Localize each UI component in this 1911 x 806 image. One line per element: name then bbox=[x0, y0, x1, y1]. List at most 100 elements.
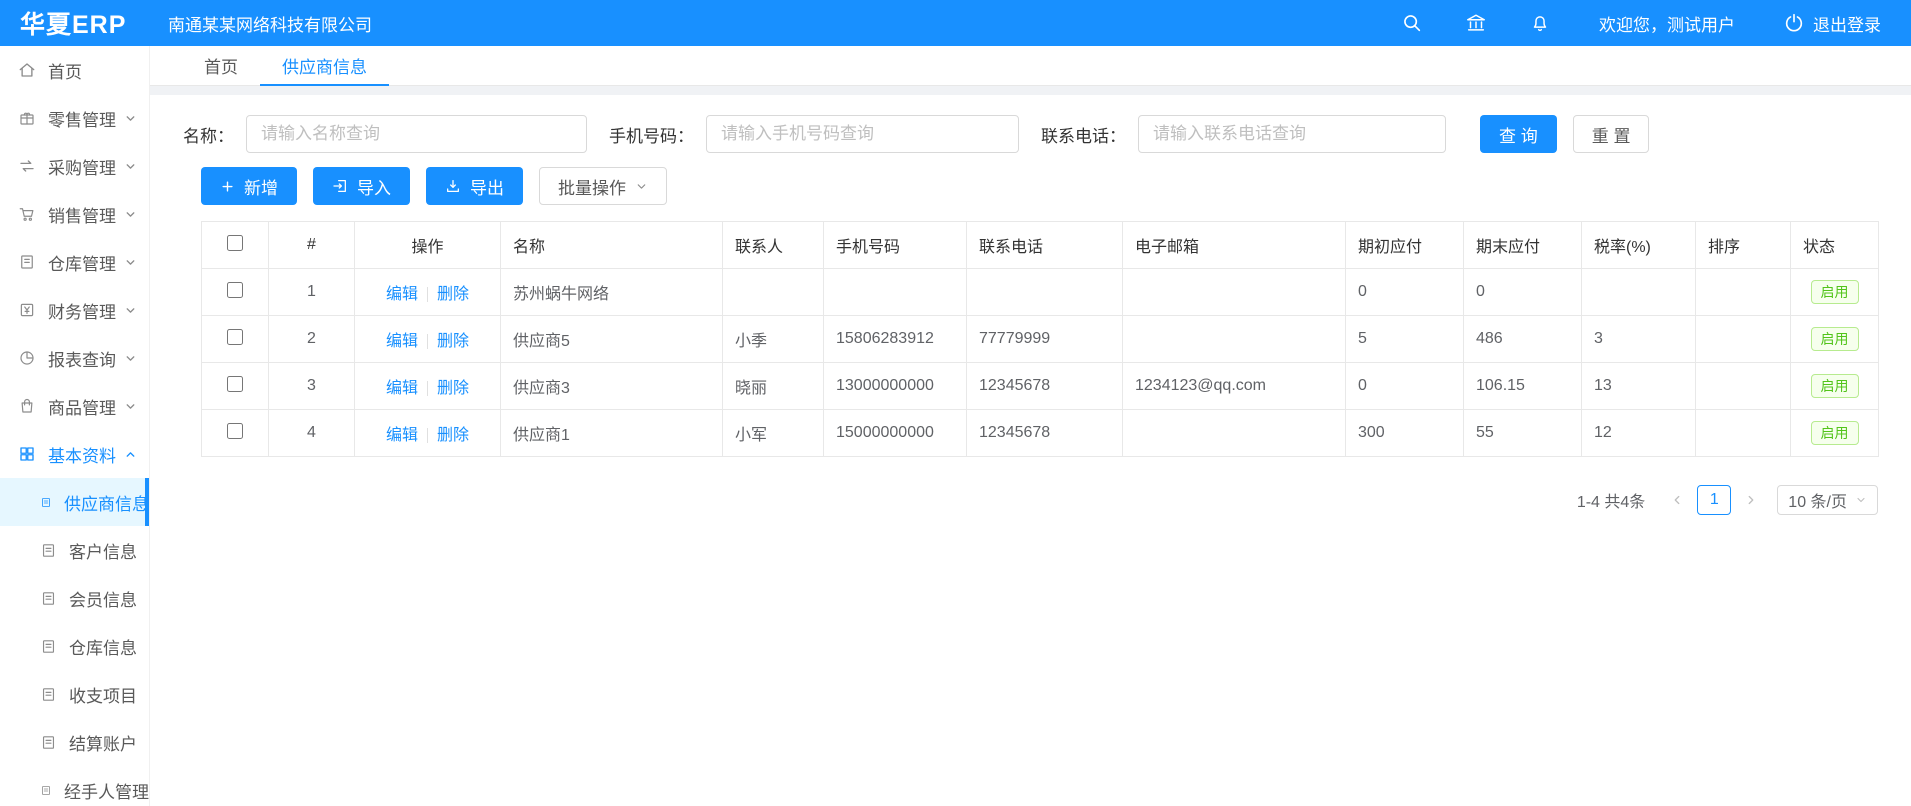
sidebar-subitem-supplier-info[interactable]: 供应商信息 bbox=[0, 478, 149, 526]
cell-sort bbox=[1696, 316, 1791, 363]
doc-icon bbox=[40, 494, 52, 511]
tab-gap bbox=[150, 86, 1911, 95]
logout-button[interactable]: 退出登录 bbox=[1783, 11, 1881, 36]
export-icon bbox=[445, 178, 461, 194]
prev-page-button[interactable] bbox=[1663, 485, 1691, 515]
delete-link[interactable]: 删除 bbox=[437, 286, 469, 303]
doc-icon bbox=[40, 638, 57, 655]
select-all-checkbox[interactable] bbox=[227, 235, 243, 251]
sidebar-subitem-customer-info[interactable]: 客户信息 bbox=[0, 526, 149, 574]
report-icon bbox=[18, 349, 36, 367]
doc-icon bbox=[40, 686, 57, 703]
search-icon[interactable] bbox=[1401, 12, 1423, 34]
sidebar-subitem-warehouse-info[interactable]: 仓库信息 bbox=[0, 622, 149, 670]
status-badge[interactable]: 启用 bbox=[1811, 327, 1859, 351]
doc-icon bbox=[40, 542, 57, 559]
name-filter-input[interactable] bbox=[246, 115, 587, 153]
cell-tax-rate: 13 bbox=[1582, 363, 1696, 410]
sidebar-item-report[interactable]: 报表查询 bbox=[0, 334, 149, 382]
sidebar-subitem-handler-management[interactable]: 经手人管理 bbox=[0, 766, 149, 806]
cell-mobile: 13000000000 bbox=[824, 363, 967, 410]
action-divider bbox=[427, 287, 428, 302]
page-size-select[interactable]: 10 条/页 bbox=[1777, 485, 1878, 515]
sidebar-item-label: 采购管理 bbox=[48, 154, 124, 179]
export-button[interactable]: 导出 bbox=[426, 167, 523, 205]
edit-link[interactable]: 编辑 bbox=[386, 333, 418, 350]
sidebar: 首页 零售管理 采购管理 销售管理 仓库管理 财务管理 报表查询 商品管理 基本… bbox=[0, 46, 150, 806]
cell-mobile bbox=[824, 269, 967, 316]
sidebar-item-purchase[interactable]: 采购管理 bbox=[0, 142, 149, 190]
status-badge[interactable]: 启用 bbox=[1811, 280, 1859, 304]
search-button[interactable]: 查 询 bbox=[1480, 115, 1557, 153]
telephone-filter-input[interactable] bbox=[1138, 115, 1446, 153]
mobile-filter-label: 手机号码： bbox=[609, 122, 694, 147]
sidebar-item-sales[interactable]: 销售管理 bbox=[0, 190, 149, 238]
column-header-mobile: 手机号码 bbox=[824, 222, 967, 269]
status-badge[interactable]: 启用 bbox=[1811, 374, 1859, 398]
delete-link[interactable]: 删除 bbox=[437, 427, 469, 444]
page-number-button[interactable]: 1 bbox=[1697, 485, 1731, 515]
chevron-up-icon bbox=[124, 448, 137, 461]
filter-row: 名称： 手机号码： 联系电话： 查 询 重 置 bbox=[183, 115, 1878, 153]
sidebar-item-label: 零售管理 bbox=[48, 106, 124, 131]
sidebar-item-home[interactable]: 首页 bbox=[0, 46, 149, 94]
sidebar-subitem-label: 经手人管理 bbox=[64, 778, 149, 803]
sidebar-item-basic-data[interactable]: 基本资料 bbox=[0, 430, 149, 478]
cell-end-payable: 106.15 bbox=[1464, 363, 1582, 410]
chevron-down-icon bbox=[635, 180, 648, 193]
sidebar-item-label: 首页 bbox=[48, 58, 137, 83]
cell-contact bbox=[723, 269, 824, 316]
chevron-down-icon bbox=[124, 352, 137, 365]
edit-link[interactable]: 编辑 bbox=[386, 380, 418, 397]
bell-icon[interactable] bbox=[1529, 12, 1551, 34]
sidebar-subitem-member-info[interactable]: 会员信息 bbox=[0, 574, 149, 622]
bank-icon[interactable] bbox=[1465, 12, 1487, 34]
sidebar-subitem-settlement-account[interactable]: 结算账户 bbox=[0, 718, 149, 766]
add-button[interactable]: 新增 bbox=[201, 167, 297, 205]
sidebar-item-retail[interactable]: 零售管理 bbox=[0, 94, 149, 142]
sidebar-item-product[interactable]: 商品管理 bbox=[0, 382, 149, 430]
column-header-email: 电子邮箱 bbox=[1123, 222, 1346, 269]
cell-email bbox=[1123, 316, 1346, 363]
import-button[interactable]: 导入 bbox=[313, 167, 410, 205]
delete-link[interactable]: 删除 bbox=[437, 333, 469, 350]
finance-icon bbox=[18, 301, 36, 319]
row-checkbox[interactable] bbox=[227, 376, 243, 392]
sidebar-item-finance[interactable]: 财务管理 bbox=[0, 286, 149, 334]
cell-contact: 小军 bbox=[723, 410, 824, 457]
row-checkbox[interactable] bbox=[227, 282, 243, 298]
next-page-button[interactable] bbox=[1737, 485, 1765, 515]
status-badge[interactable]: 启用 bbox=[1811, 421, 1859, 445]
edit-link[interactable]: 编辑 bbox=[386, 286, 418, 303]
batch-actions-dropdown[interactable]: 批量操作 bbox=[539, 167, 667, 205]
column-header-actions: 操作 bbox=[355, 222, 501, 269]
edit-link[interactable]: 编辑 bbox=[386, 427, 418, 444]
name-filter-label: 名称： bbox=[183, 122, 234, 147]
tab-supplier-info[interactable]: 供应商信息 bbox=[260, 46, 389, 85]
cell-sort bbox=[1696, 410, 1791, 457]
action-divider bbox=[427, 334, 428, 349]
tab-home[interactable]: 首页 bbox=[182, 46, 260, 85]
delete-link[interactable]: 删除 bbox=[437, 380, 469, 397]
row-checkbox[interactable] bbox=[227, 329, 243, 345]
import-button-label: 导入 bbox=[357, 174, 391, 199]
mobile-filter-input[interactable] bbox=[706, 115, 1019, 153]
cell-end-payable: 486 bbox=[1464, 316, 1582, 363]
toolbar: 新增 导入 导出 批量操作 bbox=[201, 167, 1878, 205]
cell-begin-payable: 300 bbox=[1346, 410, 1464, 457]
reset-button[interactable]: 重 置 bbox=[1573, 115, 1650, 153]
chevron-down-icon bbox=[124, 208, 137, 221]
add-button-label: 新增 bbox=[244, 174, 278, 199]
cell-contact: 小季 bbox=[723, 316, 824, 363]
row-checkbox[interactable] bbox=[227, 423, 243, 439]
sidebar-item-warehouse[interactable]: 仓库管理 bbox=[0, 238, 149, 286]
cell-end-payable: 0 bbox=[1464, 269, 1582, 316]
table-row: 3 编辑删除 供应商3 晓丽 13000000000 12345678 1234… bbox=[202, 363, 1879, 410]
cell-contact: 晓丽 bbox=[723, 363, 824, 410]
cell-email bbox=[1123, 410, 1346, 457]
column-header-sort: 排序 bbox=[1696, 222, 1791, 269]
pagination: 1-4 共4条 1 10 条/页 bbox=[183, 485, 1878, 515]
cell-email bbox=[1123, 269, 1346, 316]
sidebar-subitem-income-expense[interactable]: 收支项目 bbox=[0, 670, 149, 718]
cell-index: 1 bbox=[269, 269, 355, 316]
